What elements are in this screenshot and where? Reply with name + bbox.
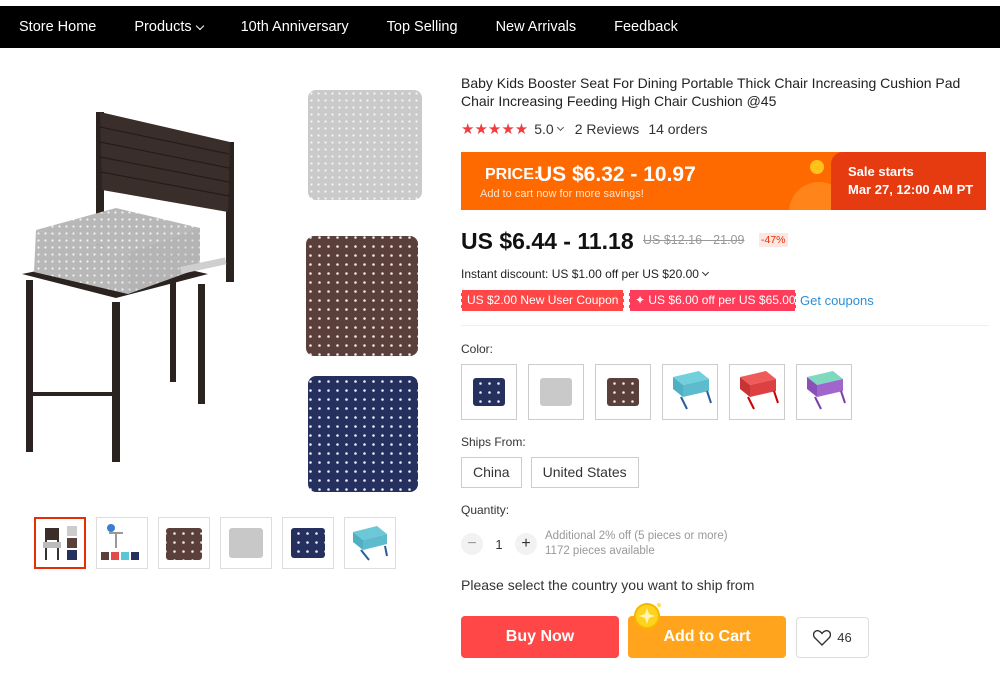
product-title: Baby Kids Booster Seat For Dining Portab… <box>461 75 961 109</box>
color-swatch-navy[interactable] <box>461 364 517 420</box>
thumbnail-6[interactable] <box>344 517 396 569</box>
nav-feedback-label: Feedback <box>614 19 678 35</box>
thumbnail-2[interactable] <box>96 517 148 569</box>
color-swatch-brown[interactable] <box>595 364 651 420</box>
nav-new-arrivals-label: New Arrivals <box>495 19 577 35</box>
thumb-navy-image <box>291 528 325 558</box>
discount-badge: -47% <box>759 233 788 247</box>
nav-feedback[interactable]: Feedback <box>614 19 678 35</box>
grey-cushion-icon <box>540 378 572 406</box>
store-coupon[interactable]: ✦ US $6.00 off per US $65.00 <box>627 290 798 311</box>
nav-store-home[interactable]: Store Home <box>19 19 96 35</box>
reviews-link[interactable]: 2 Reviews <box>575 121 640 137</box>
wishlist-count: 46 <box>837 630 852 645</box>
thumb-scene-image <box>101 524 139 560</box>
color-swatch-red[interactable] <box>729 364 785 420</box>
rating-row: ★★★★★ 5.0 2 Reviews 14 orders <box>461 120 707 138</box>
nav-10th-anniversary[interactable]: 10th Anniversary <box>241 19 349 35</box>
thumbnail-strip <box>34 517 406 569</box>
chevron-down-icon[interactable] <box>556 123 564 132</box>
color-label: Color: <box>461 342 494 356</box>
red-cushion-icon <box>740 371 779 410</box>
nav-top-selling-label: Top Selling <box>386 19 458 35</box>
chevron-down-icon <box>701 268 709 277</box>
main-product-image[interactable] <box>0 62 440 502</box>
rating-value[interactable]: 5.0 <box>534 121 553 137</box>
thumb-chair-image <box>43 526 77 560</box>
new-user-coupon[interactable]: US $2.00 New User Coupon <box>459 290 626 311</box>
color-swatch-turquoise[interactable] <box>662 364 718 420</box>
rating-stars-icon: ★★★★★ <box>461 121 529 138</box>
orders-count: 14 orders <box>648 121 708 137</box>
instant-discount-text: Instant discount: US $1.00 off per US $2… <box>461 267 699 281</box>
quantity-plus-button[interactable]: + <box>515 533 537 555</box>
chevron-down-icon <box>195 21 204 30</box>
shipping-note: Please select the country you want to sh… <box>461 577 755 593</box>
instant-discount[interactable]: Instant discount: US $1.00 off per US $2… <box>461 267 709 281</box>
navy-cushion-icon <box>473 378 505 406</box>
ship-from-china[interactable]: China <box>461 457 522 488</box>
quantity-label: Quantity: <box>461 503 510 517</box>
get-coupons-link[interactable]: Get coupons <box>800 293 874 308</box>
mint-cushion-icon <box>807 371 846 410</box>
store-nav-bar: Store Home Products 10th Anniversary Top… <box>0 6 1000 48</box>
divider <box>461 325 989 326</box>
promo-price-banner: PRICE: US $6.32 - 10.97 Add to cart now … <box>461 152 986 210</box>
color-swatch-mint[interactable] <box>796 364 852 420</box>
ships-from-options: China United States <box>461 457 648 488</box>
promo-subtext: Add to cart now for more savings! <box>480 188 644 200</box>
quantity-minus-button[interactable]: − <box>461 533 483 555</box>
quantity-value[interactable]: 1 <box>483 537 515 552</box>
nav-store-home-label: Store Home <box>19 19 97 35</box>
ship-from-united-states[interactable]: United States <box>530 457 639 488</box>
sale-start-box: Sale starts Mar 27, 12:00 AM PT <box>831 152 986 210</box>
brown-cushion-icon <box>607 378 639 406</box>
thumb-grey-image <box>229 528 263 558</box>
buy-now-button[interactable]: Buy Now <box>461 616 619 658</box>
thumbnail-4[interactable] <box>220 517 272 569</box>
nav-new-arrivals[interactable]: New Arrivals <box>496 19 577 35</box>
nav-products-label: Products <box>134 19 192 35</box>
promo-price-label: PRICE: <box>485 166 540 183</box>
nav-10th-anniversary-label: 10th Anniversary <box>240 19 349 35</box>
nav-products[interactable]: Products <box>134 19 204 35</box>
original-price: US $12.16 - 21.09 <box>643 233 745 247</box>
thumbnail-3[interactable] <box>158 517 210 569</box>
banner-dot <box>810 160 824 174</box>
sale-date: Mar 27, 12:00 AM PT <box>848 182 974 197</box>
heart-icon <box>813 629 832 646</box>
color-swatch-grey[interactable] <box>528 364 584 420</box>
ships-from-label: Ships From: <box>461 435 526 449</box>
thumbnail-1[interactable] <box>34 517 86 569</box>
bulk-discount-note: Additional 2% off (5 pieces or more) <box>545 530 728 542</box>
coin-sparkle-icon <box>634 603 661 629</box>
pieces-available: 1172 pieces available <box>545 545 655 557</box>
color-swatches <box>461 364 863 420</box>
thumb-brown-image <box>166 528 202 560</box>
thumb-turquoise-image <box>353 526 388 561</box>
quantity-stepper: − 1 + Additional 2% off (5 pieces or mor… <box>461 529 728 559</box>
wishlist-button[interactable]: 46 <box>796 617 869 658</box>
thumbnail-5[interactable] <box>282 517 334 569</box>
turquoise-cushion-icon <box>673 371 712 410</box>
promo-price-range: US $6.32 - 10.97 <box>537 163 696 186</box>
sale-title: Sale starts <box>848 164 914 179</box>
quantity-info: Additional 2% off (5 pieces or more) 117… <box>545 529 728 559</box>
current-price: US $6.44 - 11.18 <box>461 228 634 254</box>
nav-top-selling[interactable]: Top Selling <box>387 19 458 35</box>
